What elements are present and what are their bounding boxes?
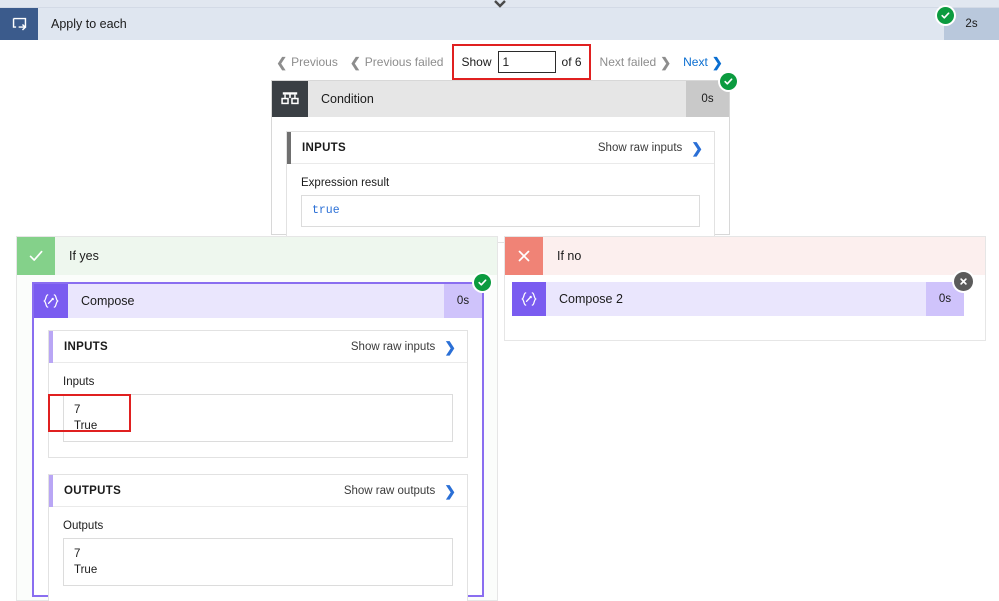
pager-show-input[interactable] (497, 51, 556, 73)
branch-if-no-label: If no (557, 249, 582, 263)
compose2-title: Compose 2 (559, 292, 623, 306)
apply-to-each-loop-icon (0, 8, 38, 40)
compose-card: Compose 0s INPUTS Show raw inputs ❯ Inpu… (32, 274, 491, 601)
expression-result-label: Expression result (301, 177, 390, 189)
compose-outputs-title: OUTPUTS (64, 484, 122, 497)
compose-inputs-value: 7 True (63, 394, 453, 442)
compose-inputs-section: INPUTS Show raw inputs ❯ Inputs 7 True (48, 330, 468, 458)
chevron-left-icon: ❮ (276, 54, 288, 70)
condition-card-header[interactable]: Condition 0s (272, 73, 737, 117)
apply-to-each-header[interactable]: Apply to each 2s (0, 7, 999, 41)
compose-card-header[interactable]: Compose 0s (34, 274, 491, 318)
compose-braces-icon (34, 284, 68, 318)
compose-title: Compose (81, 294, 135, 308)
condition-card: Condition 0s INPUTS Show raw inputs ❯ Ex… (271, 73, 737, 243)
condition-branch-icon (272, 81, 308, 117)
chevron-right-icon: ❯ (691, 139, 703, 156)
branch-if-yes-header: If yes (17, 237, 497, 275)
compose-outputs-section: OUTPUTS Show raw outputs ❯ Outputs 7 Tru… (48, 474, 468, 601)
pager-show-label: Show (461, 55, 492, 69)
show-raw-inputs-link[interactable]: Show raw inputs ❯ (598, 141, 714, 155)
pager-next-failed-button[interactable]: Next failed ❯ (594, 55, 678, 69)
show-raw-inputs-label: Show raw inputs (597, 141, 683, 154)
status-badge-succeeded (937, 7, 954, 24)
chevron-right-icon: ❯ (660, 54, 672, 70)
condition-inputs-title: INPUTS (302, 141, 346, 154)
pager-previous-button[interactable]: ❮ Previous (270, 55, 344, 69)
run-history-canvas: Apply to each 2s ❮ Previous ❮ Previous f… (0, 0, 999, 601)
chevron-right-icon: ❯ (444, 482, 456, 499)
expression-result-value: true (301, 195, 700, 227)
pager-show-group: Show of 6 (452, 44, 591, 80)
compose-inputs-label: Inputs (63, 376, 95, 388)
compose-outputs-label: Outputs (63, 520, 104, 532)
condition-inputs-header: INPUTS Show raw inputs ❯ (287, 131, 714, 164)
compose2-card-header[interactable]: Compose 2 0s (512, 272, 973, 316)
chevron-right-icon: ❯ (711, 54, 723, 70)
show-raw-inputs-label: Show raw inputs (350, 340, 436, 353)
apply-to-each-title: Apply to each (51, 17, 127, 31)
compose-outputs-header: OUTPUTS Show raw outputs ❯ (49, 474, 467, 507)
branch-if-yes-label: If yes (69, 249, 99, 263)
compose-inputs-body: Inputs 7 True (49, 363, 467, 457)
chevron-left-icon: ❮ (349, 54, 361, 70)
compose-outputs-body: Outputs 7 True (49, 507, 467, 601)
close-x-icon (505, 237, 543, 275)
chevron-right-icon: ❯ (444, 338, 456, 355)
pager-total-label: of 6 (561, 55, 582, 69)
compose-outputs-value: 7 True (63, 538, 453, 586)
condition-title: Condition (321, 92, 374, 106)
condition-inputs-section: INPUTS Show raw inputs ❯ Expression resu… (286, 131, 715, 243)
condition-inputs-body: Expression result true (287, 164, 714, 242)
pager-next-failed-label: Next failed (599, 55, 657, 69)
iteration-pager: ❮ Previous ❮ Previous failed Show of 6 N… (0, 41, 999, 83)
chevron-down-icon[interactable] (493, 0, 507, 8)
show-raw-outputs-link[interactable]: Show raw outputs ❯ (344, 484, 467, 498)
branch-if-no-header: If no (505, 237, 985, 275)
status-badge-succeeded (474, 274, 491, 291)
status-badge-skipped (954, 272, 973, 291)
pager-next-button[interactable]: Next ❯ (677, 55, 729, 69)
status-badge-succeeded (720, 73, 737, 90)
compose-inputs-header: INPUTS Show raw inputs ❯ (49, 330, 467, 363)
checkmark-icon (17, 237, 55, 275)
compose2-card: Compose 2 0s (512, 272, 973, 316)
pager-previous-label: Previous (291, 55, 338, 69)
show-raw-inputs-link[interactable]: Show raw inputs ❯ (351, 340, 467, 354)
pager-previous-failed-label: Previous failed (364, 55, 444, 69)
pager-previous-failed-button[interactable]: ❮ Previous failed (344, 55, 450, 69)
compose-inputs-title: INPUTS (64, 340, 108, 353)
show-raw-outputs-label: Show raw outputs (343, 484, 436, 497)
pager-next-label: Next (683, 55, 708, 69)
compose-braces-icon (512, 282, 546, 316)
